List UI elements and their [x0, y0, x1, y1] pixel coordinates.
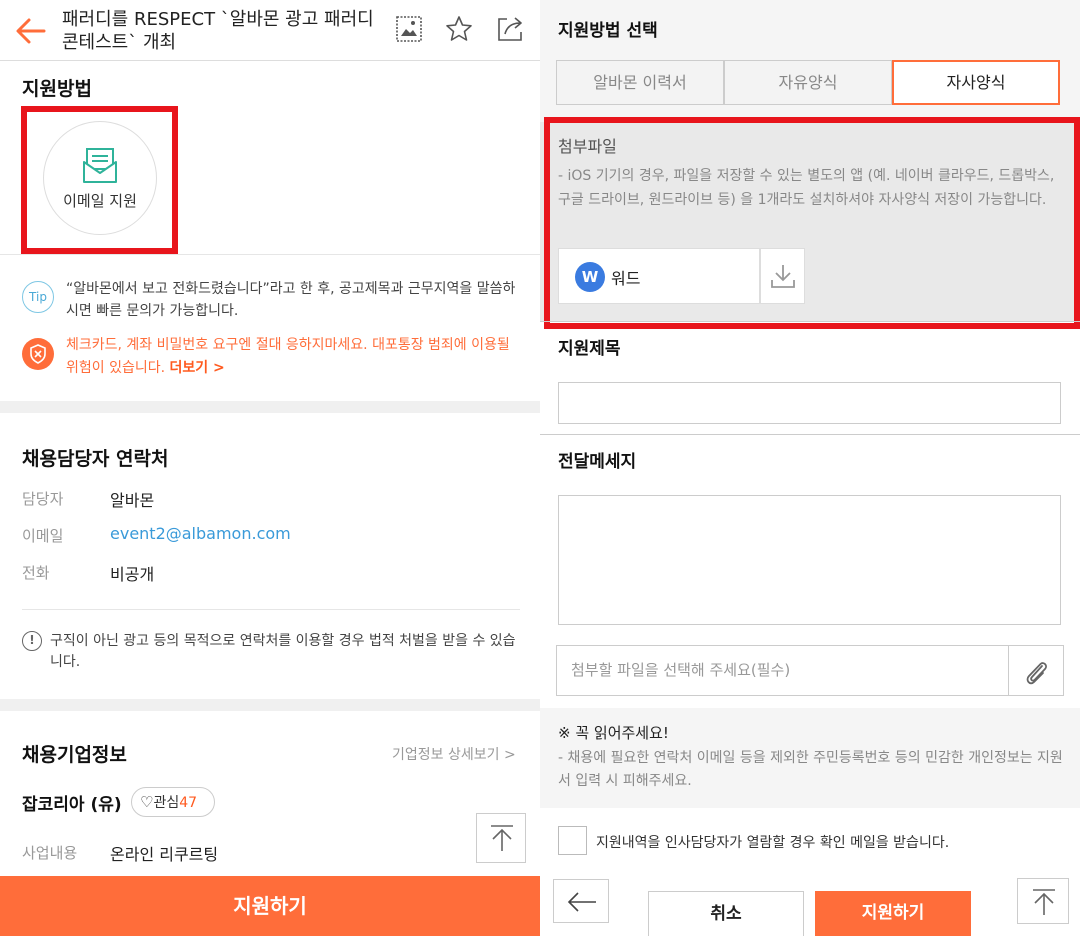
tab-albamon-resume[interactable]: 알바몬 이력서	[556, 60, 724, 105]
manager-label: 담당자	[22, 490, 64, 508]
phone-value: 비공개	[110, 565, 155, 584]
warning-message: 체크카드, 계좌 비밀번호 요구엔 절대 응하지마세요. 대포통장 범죄에 이용…	[66, 337, 510, 376]
paperclip-icon	[1026, 662, 1047, 685]
attach-file-field[interactable]: 첨부할 파일을 선택해 주세요(필수)	[556, 645, 1008, 696]
divider	[22, 609, 520, 610]
apply-method-title: 지원방법	[22, 78, 92, 100]
attach-file-button[interactable]	[1008, 645, 1064, 696]
tip-text: “알바몬에서 보고 전화드렸습니다”라고 한 후, 공고제목과 근무지역을 말씀…	[66, 281, 516, 319]
favorite-label: 관심	[153, 795, 180, 811]
highlight-box	[544, 117, 1080, 329]
envelope-icon	[83, 148, 117, 183]
warning-text: 체크카드, 계좌 비밀번호 요구엔 절대 응하지마세요. 대포통장 범죄에 이용…	[66, 334, 526, 380]
method-tabs: 알바몬 이력서 자유양식 자사양식	[556, 60, 1060, 105]
divider	[0, 254, 540, 255]
email-label: 이메일	[22, 527, 64, 545]
business-label: 사업내용	[22, 844, 78, 862]
business-value: 온라인 리쿠르팅	[110, 845, 219, 864]
more-link[interactable]: 더보기 >	[170, 360, 225, 376]
page-title: 패러디를 RESPECT `알바몬 광고 패러디 콘테스트` 개최	[62, 9, 374, 53]
star-icon[interactable]	[444, 14, 474, 44]
favorite-button[interactable]: ♡관심47	[131, 787, 215, 817]
company-title: 채용기업정보	[22, 744, 127, 766]
scroll-top-button[interactable]	[476, 813, 526, 863]
subject-input[interactable]	[558, 382, 1061, 424]
submit-apply-button[interactable]: 지원하기	[815, 891, 971, 936]
right-screen: 지원방법 선택 알바몬 이력서 자유양식 자사양식 첨부파일 - iOS 기기의…	[540, 0, 1080, 936]
heart-icon: ♡	[140, 793, 154, 811]
contact-title: 채용담당자 연락처	[22, 448, 169, 470]
section-divider	[0, 401, 540, 413]
subject-title: 지원제목	[558, 339, 621, 359]
company-detail-link[interactable]: 기업정보 상세보기 >	[392, 744, 516, 764]
message-title: 전달메세지	[558, 452, 637, 472]
cancel-button[interactable]: 취소	[648, 891, 804, 936]
exclamation-icon: !	[22, 631, 42, 651]
share-icon[interactable]	[495, 14, 525, 44]
contact-notice: 구직이 아닌 광고 등의 목적으로 연락처를 이용할 경우 법적 처벌을 받을 …	[50, 633, 516, 670]
shield-warning-icon	[22, 338, 54, 370]
confirm-mail-label: 지원내역을 인사담당자가 열람할 경우 확인 메일을 받습니다.	[596, 835, 950, 851]
header-bar: 패러디를 RESPECT `알바몬 광고 패러디 콘테스트` 개최	[0, 0, 540, 61]
method-select-title: 지원방법 선택	[558, 21, 658, 41]
divider	[540, 434, 1080, 435]
message-textarea[interactable]	[558, 495, 1061, 625]
scroll-top-button[interactable]	[1017, 878, 1069, 924]
email-apply-label: 이메일 지원	[63, 192, 137, 210]
tab-free-form[interactable]: 자유양식	[724, 60, 892, 105]
company-name: 잡코리아 (유)	[22, 795, 122, 815]
apply-button[interactable]: 지원하기	[0, 876, 540, 936]
left-screen: 패러디를 RESPECT `알바몬 광고 패러디 콘테스트` 개최 지원방법 이…	[0, 0, 540, 936]
arrow-up-icon	[491, 825, 513, 851]
email-link[interactable]: event2@albamon.com	[110, 524, 291, 543]
back-button[interactable]	[553, 879, 609, 923]
arrow-left-icon	[567, 892, 596, 912]
arrow-up-icon	[1033, 889, 1055, 915]
tip-badge: Tip	[22, 281, 54, 313]
favorite-count: 47	[179, 795, 198, 811]
section-divider	[0, 699, 540, 711]
divider	[540, 321, 1080, 322]
must-read-title: ※ 꼭 읽어주세요!	[558, 724, 669, 742]
must-read-text: - 채용에 필요한 연락처 이메일 등을 제외한 주민등록번호 등의 민감한 개…	[558, 750, 1063, 789]
email-apply-button[interactable]: 이메일 지원	[43, 121, 157, 235]
back-arrow-icon[interactable]	[14, 14, 48, 48]
tab-company-form[interactable]: 자사양식	[892, 60, 1060, 105]
image-icon[interactable]	[394, 14, 424, 44]
phone-label: 전화	[22, 564, 50, 582]
confirm-mail-checkbox[interactable]	[558, 826, 587, 855]
manager-value: 알바몬	[110, 491, 155, 510]
